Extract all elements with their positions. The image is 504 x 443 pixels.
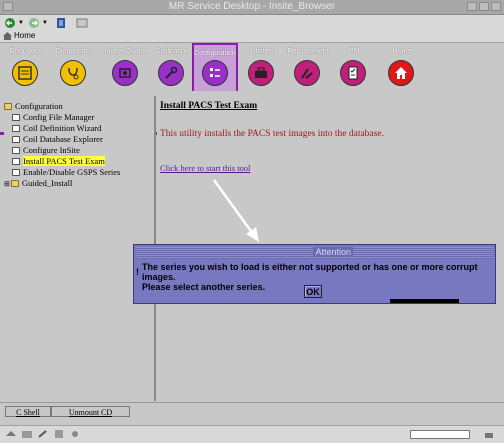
minimize-button[interactable] xyxy=(467,2,477,11)
chevron-down-icon: ▼ xyxy=(18,20,24,26)
tab-label: Calibration xyxy=(155,48,189,55)
close-button[interactable] xyxy=(491,2,501,11)
window-title-bar[interactable]: MR Service Desktop - Insite_Browser xyxy=(0,0,504,15)
ok-button[interactable]: OK xyxy=(304,285,322,298)
mail-icon[interactable] xyxy=(22,430,32,438)
tab-error-logs[interactable]: Error Logs xyxy=(0,43,52,93)
document-icon xyxy=(12,169,20,176)
document-icon xyxy=(12,158,20,165)
tab-image-quality[interactable]: Image Quality xyxy=(100,43,152,93)
page-description: This utility installs the PACS test imag… xyxy=(160,129,384,139)
document-icon xyxy=(12,125,20,132)
addressbook-icon[interactable] xyxy=(54,430,64,438)
window-title: MR Service Desktop - Insite_Browser xyxy=(168,1,336,12)
folder-open-icon xyxy=(4,103,12,110)
expand-plus-icon[interactable]: ⊞ xyxy=(4,180,10,188)
tools-icon xyxy=(294,60,320,86)
tab-utilities[interactable]: Utilities xyxy=(236,43,288,93)
c-shell-button[interactable]: C Shell xyxy=(5,406,51,417)
tab-calibration[interactable]: Calibration xyxy=(146,43,198,93)
tree-item-guided-install[interactable]: ⊞ Guided_Install xyxy=(4,178,72,188)
reload-icon xyxy=(57,18,65,28)
scanner-icon xyxy=(112,60,138,86)
status-bar xyxy=(0,425,504,443)
page-title: Install PACS Test Exam xyxy=(160,101,258,111)
house-icon xyxy=(3,32,12,40)
tab-label: PM xyxy=(348,48,360,55)
tab-replacement[interactable]: Replacement xyxy=(282,43,334,93)
forward-button[interactable] xyxy=(28,17,40,29)
tab-home[interactable]: Home xyxy=(376,43,428,93)
dialog-title: Attention xyxy=(313,247,353,257)
tab-pm[interactable]: PM xyxy=(328,43,380,93)
lock-icon xyxy=(485,433,493,438)
tree-item-configure-insite[interactable]: Configure InSite xyxy=(12,145,80,155)
tab-label: Replacement xyxy=(287,48,329,55)
home-bar: Home xyxy=(0,31,504,43)
tab-label: Diagnostics xyxy=(55,48,93,55)
wrench-icon xyxy=(158,60,184,86)
start-tool-link[interactable]: Click here to start this tool xyxy=(160,163,250,173)
back-button[interactable] xyxy=(4,17,16,29)
attention-dialog: Attention ! The series you wish to load … xyxy=(133,244,496,304)
progress-bar xyxy=(410,430,470,439)
forward-arrow-icon xyxy=(29,18,39,28)
tab-diagnostics[interactable]: Diagnostics xyxy=(48,43,100,93)
bottom-toolbar: C Shell Unmount CD xyxy=(0,402,504,419)
main-tab-bar: Error Logs Diagnostics Image Quality Cal… xyxy=(0,43,504,135)
composer-icon[interactable] xyxy=(38,430,48,438)
maximize-button[interactable] xyxy=(479,2,489,11)
tree-item-enable-disable-gsps[interactable]: Enable/Disable GSPS Series xyxy=(12,167,120,177)
tree-item-config-file-manager[interactable]: Config File Manager xyxy=(12,112,94,122)
home-link[interactable]: Home xyxy=(14,31,35,40)
tree-item-coil-database-explorer[interactable]: Coil Database Explorer xyxy=(12,134,103,144)
dialog-decoration-bar xyxy=(390,299,459,303)
tab-label: Utilities xyxy=(250,48,274,55)
tab-label: Home xyxy=(392,48,412,55)
forward-dropdown[interactable]: ▼ xyxy=(42,17,48,29)
chevron-down-icon: ▼ xyxy=(42,20,48,26)
back-arrow-icon xyxy=(5,18,15,28)
stethoscope-icon xyxy=(60,60,86,86)
navigator-icon[interactable] xyxy=(6,430,16,438)
tree-item-coil-definition-wizard[interactable]: Coil Definition Wizard xyxy=(12,123,101,133)
tree-item-install-pacs-test-exam[interactable]: Install PACS Test Exam xyxy=(12,156,105,166)
document-icon xyxy=(12,147,20,154)
unmount-cd-button[interactable]: Unmount CD xyxy=(51,406,130,417)
list-icon xyxy=(12,60,38,86)
stop-icon xyxy=(76,18,88,28)
irc-icon[interactable] xyxy=(70,430,80,438)
dialog-message-line1: The series you wish to load is either no… xyxy=(142,262,478,282)
folder-icon xyxy=(10,180,19,187)
tab-label: Error Logs xyxy=(9,48,43,55)
tab-configuration[interactable]: Configuration xyxy=(192,43,238,91)
reload-button[interactable] xyxy=(56,17,66,29)
warning-icon: ! xyxy=(136,267,139,277)
browser-toolbar: ▼ ▼ xyxy=(0,15,504,31)
dialog-title-bar[interactable]: Attention xyxy=(136,247,493,259)
tab-label: Image Quality xyxy=(104,48,148,55)
document-icon xyxy=(12,136,20,143)
house-icon xyxy=(388,60,414,86)
document-icon xyxy=(12,114,20,121)
toolbox-icon xyxy=(248,60,274,86)
tab-label: Configuration xyxy=(194,50,236,57)
config-icon xyxy=(202,60,228,86)
stop-button[interactable] xyxy=(76,17,88,29)
tree-root[interactable]: Configuration xyxy=(4,101,63,111)
checklist-icon xyxy=(340,60,366,86)
back-dropdown[interactable]: ▼ xyxy=(18,17,24,29)
navigation-tree: Configuration Config File Manager Coil D… xyxy=(4,97,154,397)
